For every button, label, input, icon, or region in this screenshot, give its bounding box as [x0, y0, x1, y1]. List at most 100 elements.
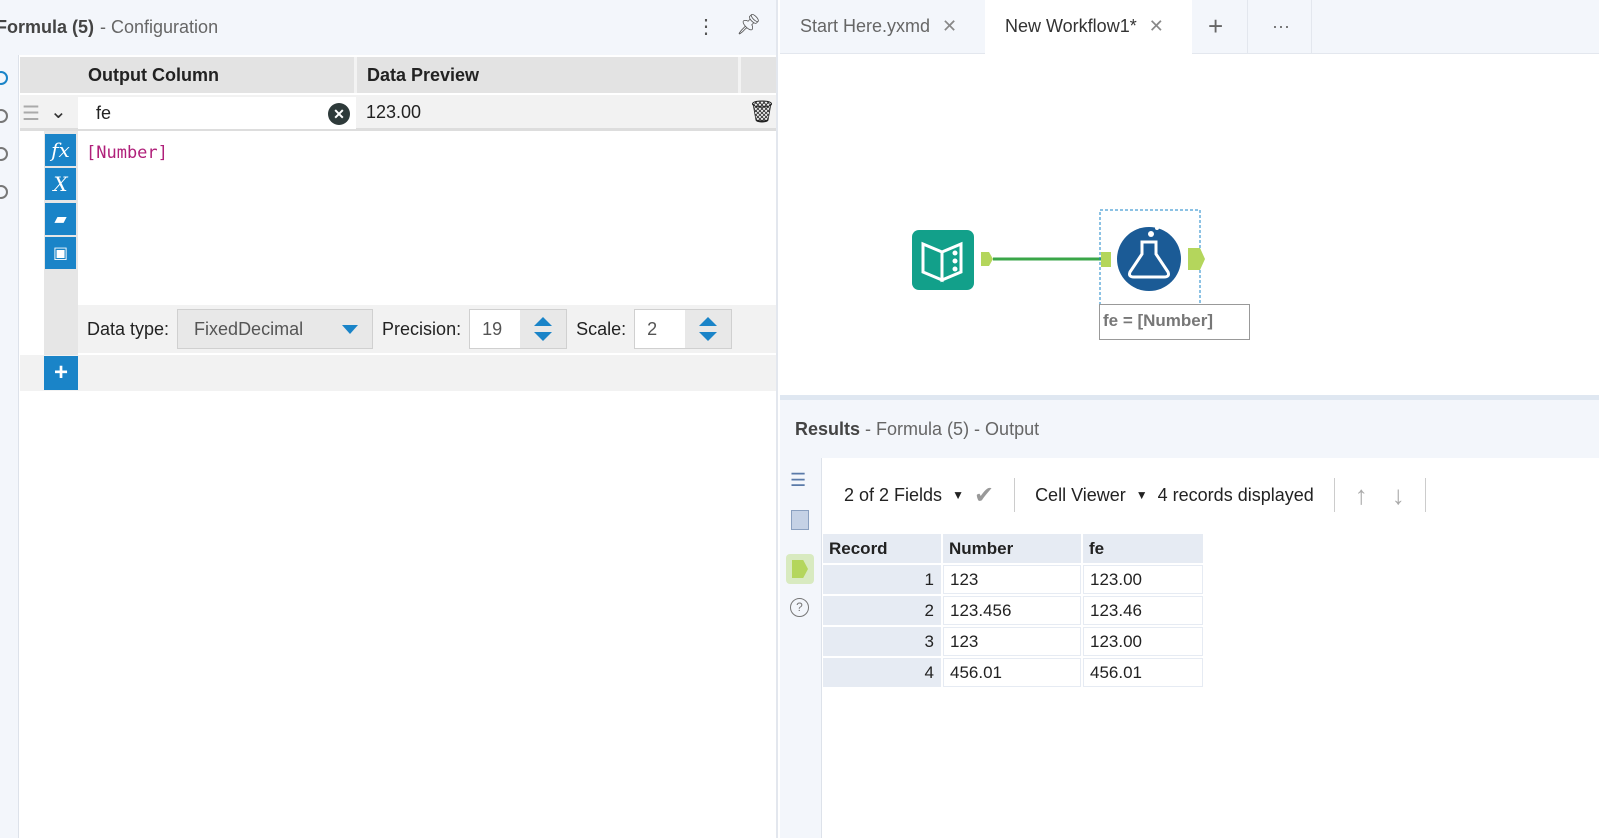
number-cell[interactable]: 123: [943, 627, 1081, 656]
record-cell: 3: [823, 627, 941, 656]
records-count: 4 records displayed: [1157, 484, 1314, 505]
input-data-tool[interactable]: [912, 230, 974, 290]
tab-new-workflow[interactable]: New Workflow1* ✕: [985, 0, 1192, 54]
table-row[interactable]: 2 123.456 123.46: [823, 596, 1203, 625]
more-tabs-button[interactable]: ···: [1250, 0, 1312, 53]
function-icon[interactable]: fx: [45, 134, 76, 166]
output-anchor[interactable]: [981, 252, 993, 266]
results-title: Results: [795, 419, 861, 439]
trash-icon[interactable]: 🗑︎: [748, 99, 776, 125]
configuration-panel: Formula (5) - Configuration ⋮ 📌︎ Output …: [0, 0, 778, 838]
scale-stepper[interactable]: 2: [634, 309, 733, 349]
output-column-input[interactable]: fe: [78, 97, 356, 129]
close-icon[interactable]: ✕: [942, 16, 957, 36]
results-subtitle: - Formula (5) - Output: [865, 419, 1040, 439]
checkmark-icon[interactable]: ✔: [974, 481, 994, 510]
results-table: Record Number fe 1 123 123.00 2 123.456 123.…: [821, 532, 1205, 689]
number-cell[interactable]: 123: [943, 565, 1081, 594]
table-row[interactable]: 3 123 123.00: [823, 627, 1203, 656]
add-formula-button[interactable]: +: [44, 356, 78, 390]
decrement-icon[interactable]: [699, 332, 718, 341]
clear-icon[interactable]: ✕: [328, 103, 350, 125]
increment-icon[interactable]: [699, 317, 718, 326]
new-tab-button[interactable]: +: [1194, 0, 1248, 53]
column-header-record[interactable]: Record: [823, 534, 941, 563]
viewer-dropdown[interactable]: Cell Viewer: [1035, 485, 1126, 506]
output-anchor-icon[interactable]: [786, 554, 814, 584]
data-type-row: Data type: FixedDecimal Precision: 19 Sc…: [78, 305, 776, 353]
config-title: Formula (5): [0, 17, 95, 37]
dropdown-arrow-icon: [342, 324, 359, 334]
decrement-icon[interactable]: [534, 332, 553, 341]
record-cell: 1: [823, 565, 941, 594]
add-row: +: [20, 355, 776, 391]
arrow-up-icon[interactable]: ↑: [1355, 480, 1368, 511]
increment-icon[interactable]: [534, 317, 553, 326]
close-icon[interactable]: ✕: [1149, 16, 1164, 36]
folder-open-icon[interactable]: ▰: [45, 203, 76, 235]
tab-start-here[interactable]: Start Here.yxmd ✕: [780, 0, 983, 53]
data-type-value: FixedDecimal: [194, 318, 304, 339]
scale-value[interactable]: 2: [635, 310, 686, 348]
tab-label: Start Here.yxmd: [800, 16, 931, 36]
fields-dropdown[interactable]: 2 of 2 Fields: [844, 485, 942, 506]
fe-cell[interactable]: 123.00: [1083, 627, 1203, 656]
workflow-canvas[interactable]: fe = [Number]: [780, 54, 1599, 395]
number-cell[interactable]: 123.456: [943, 596, 1081, 625]
formula-tool[interactable]: [1117, 226, 1181, 291]
drag-handle-icon[interactable]: ☰: [22, 101, 40, 126]
variable-icon[interactable]: X: [45, 168, 76, 200]
dropdown-arrow-icon[interactable]: ▼: [952, 488, 964, 502]
pin-icon[interactable]: 📌︎: [736, 12, 761, 37]
results-header: Results - Formula (5) - Output: [780, 400, 1599, 458]
scale-label: Scale:: [576, 318, 627, 339]
list-icon[interactable]: ☰: [790, 470, 806, 491]
results-toolbar: 2 of 2 Fields ▼ ✔ Cell Viewer ▼ 4 records …: [823, 462, 1599, 528]
formula-output-anchor[interactable]: [1188, 248, 1205, 270]
arrow-down-icon[interactable]: ↓: [1392, 480, 1405, 511]
config-side-strip: [0, 55, 19, 838]
fe-cell[interactable]: 123.46: [1083, 596, 1203, 625]
config-header: Formula (5) - Configuration ⋮ 📌︎: [0, 0, 776, 55]
grid-header: Output Column Data Preview: [20, 57, 776, 93]
workflow-tabs: Start Here.yxmd ✕ New Workflow1* ✕ + ···: [780, 0, 1599, 54]
table-icon[interactable]: [791, 510, 809, 530]
number-cell[interactable]: 456.01: [943, 658, 1081, 687]
fe-cell[interactable]: 123.00: [1083, 565, 1203, 594]
precision-stepper[interactable]: 19: [469, 309, 568, 349]
record-cell: 4: [823, 658, 941, 687]
table-row[interactable]: 4 456.01 456.01: [823, 658, 1203, 687]
input-anchor[interactable]: [1101, 252, 1111, 267]
results-side-strip: ☰ ?: [780, 458, 822, 838]
column-header-number[interactable]: Number: [943, 534, 1081, 563]
help-icon[interactable]: [0, 185, 8, 199]
formula-annotation: fe = [Number]: [1099, 304, 1250, 340]
divider: [1014, 478, 1016, 512]
data-type-select[interactable]: FixedDecimal: [177, 309, 374, 349]
chevron-down-icon[interactable]: ⌄: [50, 99, 67, 124]
more-options-icon[interactable]: ⋮: [696, 14, 716, 39]
config-subtitle: - Configuration: [100, 17, 219, 37]
help-icon[interactable]: ?: [790, 598, 809, 617]
annotation-icon[interactable]: [0, 109, 8, 123]
save-icon[interactable]: ▣: [45, 237, 76, 269]
fe-cell[interactable]: 456.01: [1083, 658, 1203, 687]
tag-icon[interactable]: [0, 147, 8, 161]
column-header-fe[interactable]: fe: [1083, 534, 1203, 563]
dropdown-arrow-icon[interactable]: ▼: [1136, 488, 1148, 502]
divider: [1333, 478, 1335, 512]
data-preview-header: Data Preview: [357, 57, 741, 93]
formula-row: ☰ ⌄ fe ✕ 123.00 🗑︎: [20, 95, 776, 131]
tab-label: New Workflow1*: [1005, 16, 1137, 36]
expression-editor[interactable]: [Number]: [86, 143, 168, 163]
precision-value[interactable]: 19: [470, 310, 521, 348]
data-type-label: Data type:: [87, 318, 170, 339]
data-preview-value: 123.00: [366, 102, 422, 122]
table-row[interactable]: 1 123 123.00: [823, 565, 1203, 594]
expression-area: fx X ▰ ▣ [Number]: [20, 131, 776, 391]
gear-icon[interactable]: [0, 71, 8, 85]
divider: [1424, 478, 1426, 512]
table-header-row: Record Number fe: [823, 534, 1203, 563]
output-column-header: Output Column: [78, 57, 357, 93]
record-cell: 2: [823, 596, 941, 625]
